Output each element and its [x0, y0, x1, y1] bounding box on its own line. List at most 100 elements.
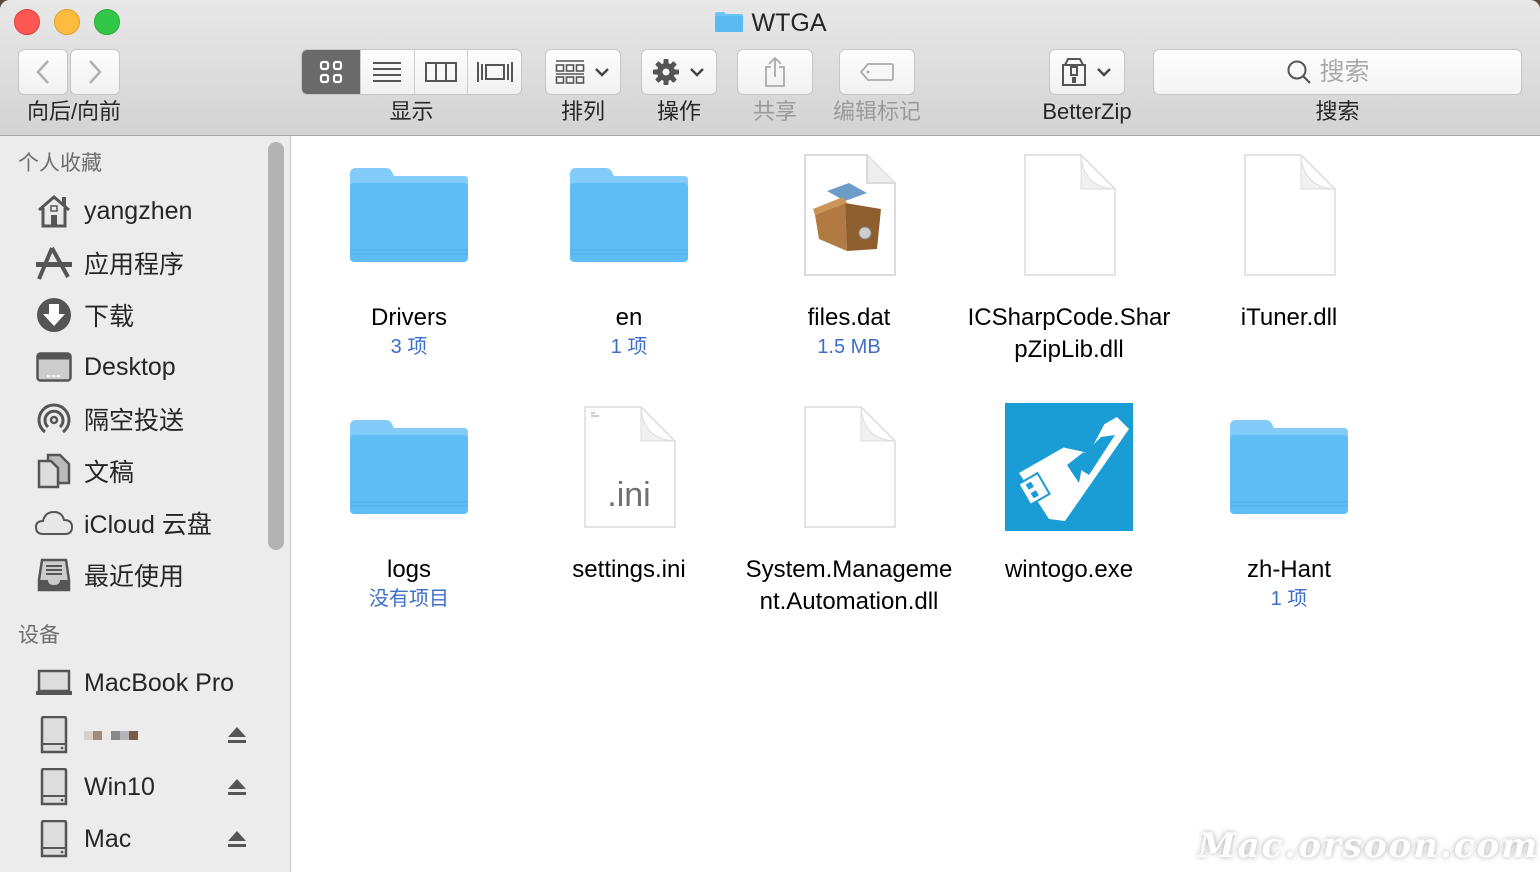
drive-icon — [34, 819, 74, 859]
sidebar-item-label: 下载 — [84, 303, 135, 331]
action-button[interactable] — [641, 49, 717, 95]
action-label: 操作 — [656, 99, 701, 124]
sidebar-item-redacted-drive[interactable] — [34, 715, 264, 755]
sidebar-item-label: Desktop — [84, 352, 176, 381]
folder-icon — [1230, 420, 1348, 514]
sidebar-item-win10[interactable]: Win10 — [34, 767, 264, 807]
document-icon — [1024, 154, 1116, 276]
file-item-drivers[interactable]: Drivers 3 项 — [299, 150, 519, 360]
laptop-icon — [34, 663, 74, 703]
edit-tags-button[interactable] — [839, 49, 915, 95]
sidebar-item-downloads[interactable]: 下载 — [34, 295, 264, 335]
back-button[interactable] — [18, 49, 68, 95]
folder-icon — [350, 420, 468, 514]
grid-icon — [319, 60, 343, 84]
columns-icon — [425, 62, 457, 82]
sidebar-item-label: 文稿 — [84, 459, 135, 487]
list-icon — [373, 62, 402, 82]
file-item-files-dat[interactable]: files.dat 1.5 MB — [739, 150, 959, 360]
view-mode-control — [301, 49, 522, 95]
window-title-text: WTGA — [751, 9, 827, 37]
file-item-zh-hant[interactable]: zh-Hant 1 项 — [1179, 402, 1399, 612]
favorites-header: 个人收藏 — [18, 152, 102, 175]
icon-view-button[interactable] — [302, 50, 360, 94]
search-label: 搜索 — [1315, 99, 1360, 124]
drive-icon — [34, 715, 74, 755]
home-icon — [34, 191, 74, 231]
sidebar-item-airdrop[interactable]: 隔空投送 — [34, 399, 264, 439]
arrange-button[interactable] — [545, 49, 621, 95]
file-meta: 1.5 MB — [817, 336, 881, 358]
coverflow-icon — [476, 62, 513, 82]
sidebar: 个人收藏 yangzhen 应用程序 下载 Desktop 隔空投送 文稿 iC… — [0, 136, 291, 872]
betterzip-button[interactable] — [1049, 49, 1125, 95]
sidebar-item-label: iCloud 云盘 — [84, 511, 212, 539]
desktop-icon — [34, 347, 74, 387]
arrange-icon — [555, 60, 585, 84]
file-extension-badge: .ini — [607, 476, 651, 514]
sidebar-scrollbar[interactable] — [268, 142, 284, 550]
tag-icon — [859, 63, 894, 81]
eject-icon[interactable] — [226, 776, 248, 798]
folder-icon — [714, 12, 743, 32]
search-input[interactable] — [1319, 57, 1390, 87]
sidebar-item-recents[interactable]: 最近使用 — [34, 555, 264, 595]
sidebar-item-desktop[interactable]: Desktop — [34, 347, 264, 387]
sidebar-item-mac[interactable]: Mac — [34, 819, 264, 859]
sidebar-item-applications[interactable]: 应用程序 — [34, 243, 264, 283]
file-name: settings.ini — [572, 556, 686, 583]
file-name: ICSharpCode.SharpZipLib.dll — [967, 304, 1171, 363]
archive-file-icon — [804, 154, 896, 276]
eject-icon[interactable] — [226, 828, 248, 850]
view-label: 显示 — [389, 99, 434, 124]
window-title: WTGA — [0, 8, 1540, 38]
toolbar: WTGA 向后/向前 显示 排列 操作 共享 编辑标记 BetterZip 搜索… — [0, 0, 1540, 136]
sidebar-item-documents[interactable]: 文稿 — [34, 451, 264, 491]
cover-flow-view-button[interactable] — [467, 50, 521, 94]
gear-icon — [653, 59, 679, 85]
forward-button[interactable] — [70, 49, 120, 95]
chevron-right-icon — [89, 60, 102, 84]
file-item-en[interactable]: en 1 项 — [519, 150, 739, 360]
file-item-system-management-dll[interactable]: System.Management.Automation.dll — [739, 402, 959, 618]
arrange-label: 排列 — [560, 99, 605, 124]
file-item-settings-ini[interactable]: .ini settings.ini — [519, 402, 739, 586]
cloud-icon — [34, 503, 74, 543]
file-name: Drivers — [371, 304, 447, 331]
airdrop-icon — [34, 399, 74, 439]
devices-header: 设备 — [18, 624, 60, 647]
file-meta: 1 项 — [1270, 588, 1308, 610]
folder-icon — [570, 168, 688, 262]
file-name: wintogo.exe — [1004, 556, 1134, 583]
documents-icon — [34, 451, 74, 491]
sidebar-item-label: 隔空投送 — [84, 407, 185, 435]
search-icon — [1287, 60, 1311, 84]
watermark: Mac.orsoon.com — [1198, 826, 1540, 866]
file-meta: 没有项目 — [369, 588, 449, 610]
share-button[interactable] — [737, 49, 813, 95]
file-item-logs[interactable]: logs 没有项目 — [299, 402, 519, 612]
wintogo-app-icon — [1005, 403, 1133, 531]
file-name: iTuner.dll — [1240, 304, 1338, 331]
chevron-down-icon — [690, 68, 704, 77]
sidebar-item-macbook-pro[interactable]: MacBook Pro — [34, 663, 264, 703]
column-view-button[interactable] — [413, 50, 468, 94]
search-field[interactable] — [1153, 49, 1522, 95]
sidebar-item-label: yangzhen — [84, 196, 193, 225]
file-meta: 1 项 — [610, 336, 648, 358]
chevron-down-icon — [595, 68, 609, 77]
file-item-icsharpcode-dll[interactable]: ICSharpCode.SharpZipLib.dll — [959, 150, 1179, 366]
file-item-wintogo-exe[interactable]: wintogo.exe — [959, 402, 1179, 586]
sidebar-item-home[interactable]: yangzhen — [34, 191, 264, 231]
share-label: 共享 — [752, 99, 797, 124]
eject-icon[interactable] — [226, 724, 248, 746]
nav-label: 向后/向前 — [26, 99, 122, 124]
file-name: files.dat — [807, 304, 891, 331]
chevron-down-icon — [1097, 68, 1111, 77]
sidebar-item-icloud[interactable]: iCloud 云盘 — [34, 503, 264, 543]
archive-box-icon — [1062, 58, 1086, 86]
file-item-ituner-dll[interactable]: iTuner.dll — [1179, 150, 1399, 334]
list-view-button[interactable] — [360, 50, 414, 94]
document-icon — [1244, 154, 1336, 276]
sidebar-item-label: Win10 — [84, 772, 155, 801]
